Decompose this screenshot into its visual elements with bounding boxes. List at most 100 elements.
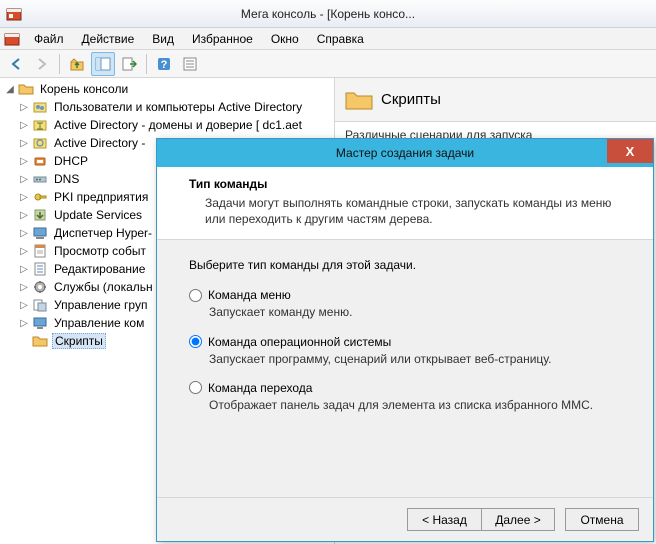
wizard-footer: < Назад Далее > Отмена [157, 497, 653, 541]
services-icon [32, 279, 48, 295]
wizard-option-text: Команда операционной системы [208, 335, 391, 349]
wizard-cancel-button[interactable]: Отмена [565, 508, 639, 531]
wizard-option: Команда перехода Отображает панель задач … [189, 381, 621, 413]
up-folder-button[interactable] [65, 52, 89, 76]
tree-item-label: PKI предприятия [52, 190, 150, 204]
update-icon [32, 207, 48, 223]
wizard-title: Мастер создания задачи [336, 146, 474, 160]
wizard-option-desc: Отображает панель задач для элемента из … [189, 397, 621, 413]
window-title: Мега консоль - [Корень консо... [241, 7, 415, 21]
wizard-option-desc: Запускает команду меню. [189, 304, 621, 320]
nav-back-button[interactable] [4, 52, 28, 76]
menu-action[interactable]: Действие [74, 30, 143, 48]
details-title: Скрипты [381, 91, 441, 108]
wizard-option-text: Команда перехода [208, 381, 312, 395]
tree-item-label: Пользователи и компьютеры Active Directo… [52, 100, 304, 114]
wizard-titlebar[interactable]: Мастер создания задачи X [157, 139, 653, 167]
wizard-option: Команда меню Запускает команду меню. [189, 288, 621, 320]
expand-icon[interactable]: ▷ [18, 209, 30, 221]
wizard-close-button[interactable]: X [607, 139, 653, 163]
expand-icon[interactable]: ▷ [18, 173, 30, 185]
wizard-section-title: Тип команды [189, 177, 621, 191]
wizard-next-button[interactable]: Далее > [481, 508, 555, 531]
help-button[interactable]: ? [152, 52, 176, 76]
expand-icon[interactable]: ▷ [18, 317, 30, 329]
tree-item-label: Управление груп [52, 298, 149, 312]
wizard-option-desc: Запускает программу, сценарий или открыв… [189, 351, 621, 367]
expand-icon[interactable]: ▷ [18, 191, 30, 203]
tree-item-label: Управление ком [52, 316, 146, 330]
wizard-radio[interactable] [189, 335, 202, 348]
tree-item[interactable]: ▷ Active Directory - домены и доверие [ d… [2, 116, 332, 134]
tree-item-label: Просмотр событ [52, 244, 148, 258]
expand-icon[interactable]: ▷ [18, 119, 30, 131]
menu-file[interactable]: Файл [26, 30, 72, 48]
wizard-section-desc: Задачи могут выполнять командные строки,… [189, 195, 621, 227]
folder-icon [32, 333, 48, 349]
wizard-back-button[interactable]: < Назад [407, 508, 481, 531]
events-icon [32, 243, 48, 259]
expand-icon[interactable]: ▷ [18, 101, 30, 113]
tree-item-label: DNS [52, 172, 81, 186]
folder-icon [18, 81, 34, 97]
ad-sites-icon [32, 135, 48, 151]
compmgmt-icon [32, 315, 48, 331]
wizard-radio[interactable] [189, 381, 202, 394]
expand-icon[interactable]: ▷ [18, 245, 30, 257]
show-tree-button[interactable] [91, 52, 115, 76]
expand-icon[interactable]: ▷ [18, 155, 30, 167]
nav-forward-button[interactable] [30, 52, 54, 76]
wizard-option-text: Команда меню [208, 288, 291, 302]
expand-icon[interactable]: ▷ [18, 299, 30, 311]
folder-large-icon [345, 89, 373, 111]
gpo-icon [32, 297, 48, 313]
policy-icon [32, 261, 48, 277]
export-button[interactable] [117, 52, 141, 76]
expand-icon[interactable]: ▷ [18, 281, 30, 293]
ad-domains-icon [32, 117, 48, 133]
task-wizard-dialog: Мастер создания задачи X Тип команды Зад… [156, 138, 654, 542]
app-icon [6, 6, 22, 22]
tree-item-label: Редактирование [52, 262, 147, 276]
tree-item-label: Active Directory - [52, 136, 147, 150]
details-header: Скрипты [335, 78, 656, 122]
wizard-option-label[interactable]: Команда перехода [189, 381, 621, 395]
expand-icon[interactable]: ▷ [18, 263, 30, 275]
toolbar: ? [0, 50, 656, 78]
tree-root[interactable]: ◢ Корень консоли [2, 80, 332, 98]
wizard-option-label[interactable]: Команда операционной системы [189, 335, 621, 349]
tree-item[interactable]: ▷ Пользователи и компьютеры Active Direct… [2, 98, 332, 116]
collapse-icon[interactable]: ◢ [4, 83, 16, 95]
expand-icon[interactable]: ▷ [18, 137, 30, 149]
pki-icon [32, 189, 48, 205]
menu-favorites[interactable]: Избранное [184, 30, 261, 48]
dns-icon [32, 171, 48, 187]
wizard-prompt: Выберите тип команды для этой задачи. [189, 258, 621, 272]
wizard-radio[interactable] [189, 289, 202, 302]
tree-item-label: DHCP [52, 154, 90, 168]
tree-item-label: Диспетчер Hyper- [52, 226, 154, 240]
properties-button[interactable] [178, 52, 202, 76]
dhcp-icon [32, 153, 48, 169]
window-titlebar: Мега консоль - [Корень консо... [0, 0, 656, 28]
wizard-option: Команда операционной системы Запускает пр… [189, 335, 621, 367]
toolbar-separator [146, 54, 147, 74]
menu-view[interactable]: Вид [144, 30, 182, 48]
ad-users-icon [32, 99, 48, 115]
wizard-option-label[interactable]: Команда меню [189, 288, 621, 302]
svg-text:?: ? [161, 59, 168, 71]
menu-window[interactable]: Окно [263, 30, 307, 48]
toolbar-separator [59, 54, 60, 74]
expand-icon[interactable]: ▷ [18, 227, 30, 239]
tree-item-label: Update Services [52, 208, 144, 222]
app-menu-icon [4, 31, 20, 47]
wizard-body: Выберите тип команды для этой задачи. Ко… [157, 240, 653, 497]
menu-help[interactable]: Справка [309, 30, 372, 48]
tree-item-label: Active Directory - домены и доверие [ dc… [52, 118, 304, 132]
wizard-header: Тип команды Задачи могут выполнять коман… [157, 167, 653, 240]
menubar: Файл Действие Вид Избранное Окно Справка [0, 28, 656, 50]
hyperv-icon [32, 225, 48, 241]
tree-item-label: Службы (локальн [52, 280, 155, 294]
tree-item-label: Скрипты [52, 333, 106, 349]
expand-icon[interactable] [18, 335, 30, 347]
